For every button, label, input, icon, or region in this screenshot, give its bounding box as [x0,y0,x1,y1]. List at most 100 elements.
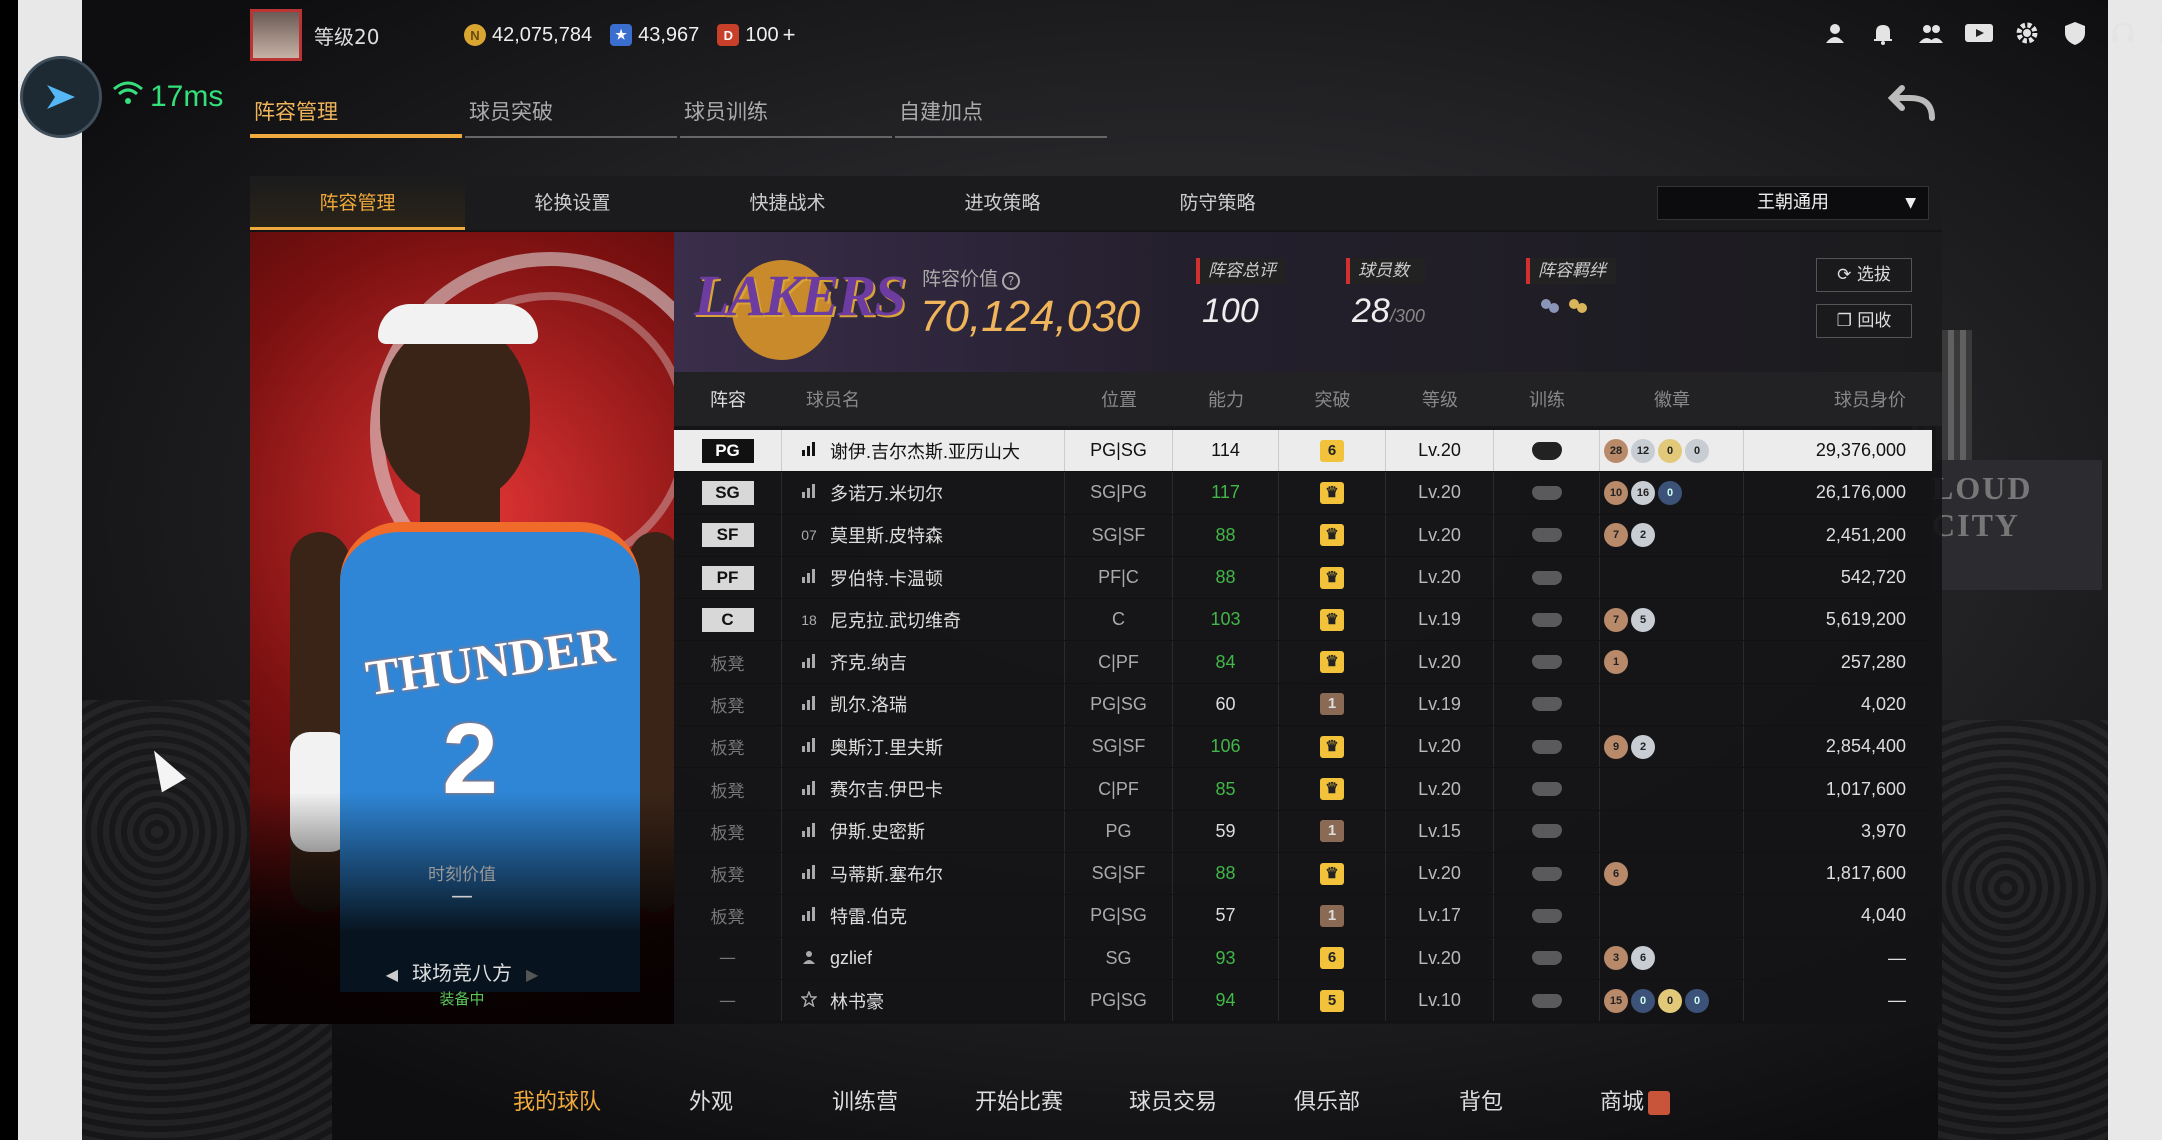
player-name-cell[interactable]: 林书豪 [782,979,1065,1022]
lineup-slot-cell[interactable]: 板凳 [674,810,782,852]
col-badges[interactable]: 徽章 [1600,386,1744,412]
help-icon[interactable]: ? [1002,272,1021,290]
nav-shop[interactable]: 商城 [1558,1084,1712,1116]
add-currency-button[interactable]: + [783,22,796,48]
col-player-name[interactable]: 球员名 [782,386,1065,412]
badges-cell[interactable]: 28 12 0 0 [1600,430,1744,472]
shield-icon[interactable] [2060,18,2090,48]
table-row[interactable]: PF 罗伯特.卡温顿 PF|C 88 ♛ Lv.20 542,720 [674,556,1932,600]
player-name-cell[interactable]: 07 莫里斯.皮特森 [782,514,1065,556]
player-name-cell[interactable]: 马蒂斯.塞布尔 [782,852,1065,895]
badges-cell[interactable] [1600,768,1744,810]
friends-icon[interactable] [1916,18,1946,48]
player-name-cell[interactable]: 谢伊.吉尔杰斯.亚历山大 [782,430,1065,472]
training-cell[interactable] [1494,472,1600,514]
nav-club[interactable]: 俱乐部 [1250,1084,1404,1116]
breakthrough-cell[interactable]: ♛ [1279,472,1386,514]
badges-cell[interactable]: 6 [1600,852,1744,895]
badges-cell[interactable] [1600,683,1744,726]
table-row[interactable]: 板凳 奥斯汀.里夫斯 SG|SF 106 ♛ Lv.20 9 2 2,854,400 [674,726,1932,769]
col-level[interactable]: 等级 [1386,386,1494,412]
tab-custom-points[interactable]: 自建加点 [895,92,1107,138]
breakthrough-cell[interactable]: 1 [1279,895,1386,937]
nav-backpack[interactable]: 背包 [1404,1084,1558,1116]
training-cell[interactable] [1494,683,1600,726]
badges-cell[interactable]: 15 0 0 0 [1600,979,1744,1022]
tab-lineup-management[interactable]: 阵容管理 [250,92,462,138]
badges-cell[interactable] [1600,556,1744,599]
col-lineup[interactable]: 阵容 [674,386,782,412]
lineup-slot-cell[interactable]: 板凳 [674,895,782,937]
prev-card-icon[interactable]: ◀ [386,965,398,984]
player-name-cell[interactable]: 奥斯汀.里夫斯 [782,726,1065,768]
table-row[interactable]: 板凳 马蒂斯.塞布尔 SG|SF 88 ♛ Lv.20 6 1,817,600 [674,852,1932,896]
nav-start-game[interactable]: 开始比赛 [942,1084,1096,1116]
next-card-icon[interactable]: ▶ [526,965,538,984]
player-name-cell[interactable]: 凯尔.洛瑞 [782,683,1065,726]
table-row[interactable]: SF 07 莫里斯.皮特森 SG|SF 88 ♛ Lv.20 7 2 2,451,200 [674,514,1932,557]
gear-icon[interactable] [2012,18,2042,48]
training-cell[interactable] [1494,514,1600,556]
table-row[interactable]: — gzlief SG 93 6 Lv.20 3 6— [674,937,1932,980]
lineup-slot-cell[interactable]: — [674,937,782,979]
player-name-cell[interactable]: gzlief [782,937,1065,979]
training-cell[interactable] [1494,937,1600,979]
training-cell[interactable] [1494,810,1600,852]
recycle-button[interactable]: ❐ 回收 [1816,304,1912,338]
player-name-cell[interactable]: 赛尔吉.伊巴卡 [782,768,1065,810]
training-cell[interactable] [1494,599,1600,641]
breakthrough-cell[interactable]: ♛ [1279,599,1386,641]
badges-cell[interactable]: 1 [1600,641,1744,683]
headset-icon[interactable] [2108,18,2138,48]
breakthrough-cell[interactable]: ♛ [1279,852,1386,895]
training-cell[interactable] [1494,641,1600,683]
col-breakthrough[interactable]: 突破 [1279,386,1386,412]
exit-icon[interactable] [2156,18,2162,48]
col-player-value[interactable]: 球员身价 [1744,386,1932,412]
nav-my-team[interactable]: 我的球队 [480,1084,634,1116]
nav-training-camp[interactable]: 训练营 [788,1084,942,1116]
col-training[interactable]: 训练 [1494,386,1600,412]
breakthrough-cell[interactable]: 5 [1279,979,1386,1022]
training-cell[interactable] [1494,979,1600,1022]
bond-icons[interactable] [1526,294,1616,329]
training-cell[interactable] [1494,726,1600,768]
accelerator-icon[interactable] [20,56,102,138]
lineup-slot-cell[interactable]: 板凳 [674,641,782,683]
player-name-cell[interactable]: 多诺万.米切尔 [782,472,1065,514]
player-card[interactable]: THUNDER 2 时刻价值 — ◀ 球场竞八方 ▶ 装备中 [250,232,674,1024]
breakthrough-cell[interactable]: 6 [1279,430,1386,472]
player-name-cell[interactable]: 18 尼克拉.武切维奇 [782,599,1065,641]
player-name-cell[interactable]: 齐克.纳吉 [782,641,1065,683]
subtab-rotation-settings[interactable]: 轮换设置 [465,176,680,230]
lineup-slot-cell[interactable]: 板凳 [674,768,782,810]
table-row[interactable]: 板凳 伊斯.史密斯 PG 59 1 Lv.15 3,970 [674,810,1932,853]
badges-cell[interactable]: 10 16 0 [1600,472,1744,514]
subtab-offense-strategy[interactable]: 进攻策略 [895,176,1110,230]
badges-cell[interactable] [1600,810,1744,852]
training-cell[interactable] [1494,556,1600,599]
profile-icon[interactable] [1820,18,1850,48]
player-name-cell[interactable]: 伊斯.史密斯 [782,810,1065,852]
player-name-cell[interactable]: 罗伯特.卡温顿 [782,556,1065,599]
breakthrough-cell[interactable]: ♛ [1279,726,1386,768]
subtab-quick-tactics[interactable]: 快捷战术 [680,176,895,230]
table-row[interactable]: SG 多诺万.米切尔 SG|PG 117 ♛ Lv.20 10 16 0 26,176,000 [674,472,1932,515]
subtab-lineup-management[interactable]: 阵容管理 [250,176,465,230]
lineup-slot-cell[interactable]: SF [674,514,782,556]
lineup-slot-cell[interactable]: SG [674,472,782,514]
breakthrough-cell[interactable]: 1 [1279,683,1386,726]
lineup-slot-cell[interactable]: PF [674,556,782,599]
training-cell[interactable] [1494,852,1600,895]
table-row[interactable]: 板凳 凯尔.洛瑞 PG|SG 60 1 Lv.19 4,020 [674,683,1932,727]
breakthrough-cell[interactable]: 6 [1279,937,1386,979]
training-cell[interactable] [1494,895,1600,937]
breakthrough-cell[interactable]: 1 [1279,810,1386,852]
subtab-defense-strategy[interactable]: 防守策略 [1110,176,1325,230]
player-name-cell[interactable]: 特雷.伯克 [782,895,1065,937]
breakthrough-cell[interactable]: ♛ [1279,768,1386,810]
breakthrough-cell[interactable]: ♛ [1279,641,1386,683]
table-row[interactable]: 板凳 特雷.伯克 PG|SG 57 1 Lv.17 4,040 [674,895,1932,938]
badges-cell[interactable]: 36 [1600,937,1744,979]
bell-icon[interactable] [1868,18,1898,48]
